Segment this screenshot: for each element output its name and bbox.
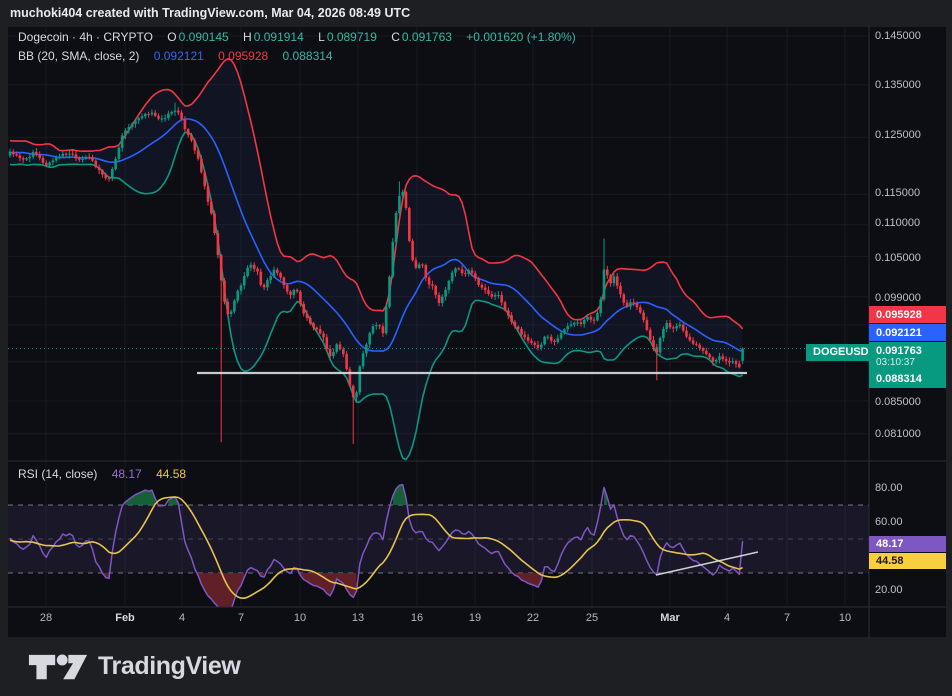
time-axis-label: 4 [160, 612, 204, 624]
time-axis-label: Feb [103, 612, 147, 624]
time-axis-label: 16 [395, 612, 439, 624]
low-label: L [318, 30, 325, 44]
time-axis-label: 7 [765, 612, 809, 624]
rsi-header: RSI (14, close) 48.17 44.58 [18, 467, 188, 481]
bb-upper-badge-value: 0.095928 [876, 309, 946, 321]
bb-upper-value: 0.095928 [218, 49, 268, 63]
time-axis-label: 19 [453, 612, 497, 624]
price-axis-label: 0.110000 [875, 216, 920, 230]
tradingview-snapshot: muchoki404 created with TradingView.com,… [0, 0, 952, 696]
price-axis-label: 0.125000 [875, 128, 921, 142]
time-axis-label: 28 [24, 612, 68, 624]
open-label: O [167, 30, 176, 44]
price-axis-label: 0.135000 [875, 78, 921, 92]
high-value: 0.091914 [254, 30, 304, 44]
low-value: 0.089719 [327, 30, 377, 44]
time-axis-label: 22 [511, 612, 555, 624]
price-axis-label: 0.099000 [875, 291, 921, 305]
price-axis-label: 0.085000 [875, 395, 921, 409]
high-label: H [243, 30, 252, 44]
close-value: 0.091763 [402, 30, 452, 44]
price-axis-label: 0.145000 [875, 29, 921, 43]
bb-basis-value: 0.092121 [154, 49, 204, 63]
change-value: +0.001620 (+1.80%) [466, 30, 575, 44]
rsi-ma-badge-value: 44.58 [876, 555, 946, 567]
tradingview-logo[interactable]: TradingView [27, 652, 240, 682]
tradingview-logo-icon [27, 652, 89, 682]
price-axis-label: 0.115000 [875, 186, 920, 200]
bb-basis-badge: 0.092121 [869, 324, 946, 341]
bb-lower-badge-value: 0.088314 [876, 373, 946, 385]
bb-lower-badge: 0.088314 [869, 370, 946, 388]
rsi-badge-value: 48.17 [876, 538, 946, 550]
bb-lower-value: 0.088314 [283, 49, 333, 63]
rsi-axis-label: 80.00 [875, 481, 903, 495]
time-axis-label: Mar [648, 612, 692, 624]
price-axis-label: 0.081000 [875, 427, 921, 441]
rsi-label: RSI (14, close) [18, 467, 97, 481]
symbol-header: Dogecoin · 4h · CRYPTO O0.090145 H0.0919… [18, 30, 578, 44]
bb-upper-badge: 0.095928 [869, 306, 946, 323]
price-axis-label: 0.105000 [875, 251, 921, 265]
rsi-ma-badge: 44.58 [869, 553, 946, 569]
bb-label: BB (20, SMA, close, 2) [18, 49, 139, 63]
open-value: 0.090145 [179, 30, 229, 44]
time-axis-label: 25 [570, 612, 614, 624]
tradingview-logo-text: TradingView [98, 652, 240, 681]
rsi-ma-value: 44.58 [156, 467, 186, 481]
time-axis-label: 13 [336, 612, 380, 624]
time-axis-label: 10 [823, 612, 867, 624]
rsi-axis-label: 60.00 [875, 515, 903, 529]
symbol-price-label: DOGEUSD [806, 344, 876, 361]
bb-basis-badge-value: 0.092121 [876, 327, 946, 339]
symbol-title: Dogecoin · 4h · CRYPTO [18, 30, 153, 44]
time-axis-label: 4 [705, 612, 749, 624]
time-axis-label: 10 [278, 612, 322, 624]
last-price-badge: 0.091763 03:10:37 [869, 342, 946, 370]
last-price-value: 0.091763 [876, 345, 946, 357]
rsi-axis-label: 20.00 [875, 583, 903, 597]
time-axis-label: 7 [219, 612, 263, 624]
footer-bar: TradingView [0, 637, 952, 696]
bar-countdown: 03:10:37 [876, 357, 946, 368]
rsi-value: 48.17 [112, 467, 142, 481]
close-label: C [391, 30, 400, 44]
rsi-badge: 48.17 [869, 536, 946, 552]
bb-header: BB (20, SMA, close, 2) 0.092121 0.095928… [18, 49, 335, 63]
